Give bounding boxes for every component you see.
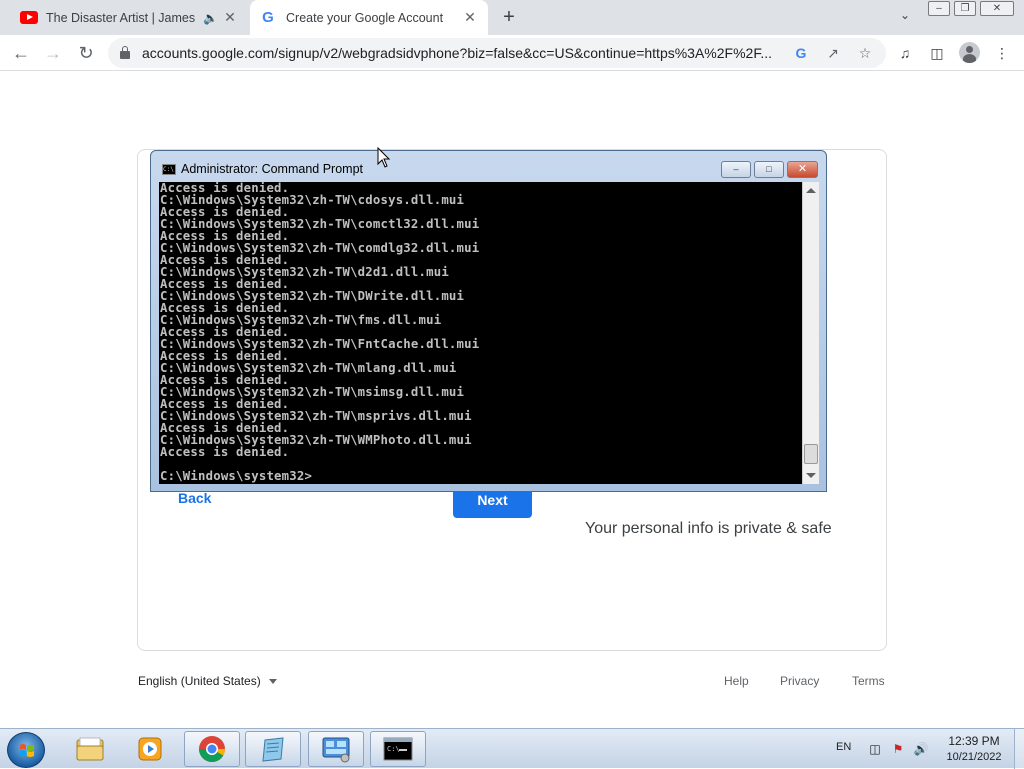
tab-google-account[interactable]: G Create your Google Account ✕ (250, 0, 488, 35)
network-icon[interactable]: ◫ (867, 741, 883, 757)
notepad-icon (262, 737, 284, 762)
language-select[interactable]: English (United States) (138, 674, 277, 688)
cmd-icon: C:\ (383, 737, 413, 761)
cmd-scrollbar[interactable] (802, 182, 819, 484)
more-menu-icon[interactable]: ⋮ (992, 43, 1012, 63)
windows-logo-icon (20, 744, 34, 757)
scroll-down-arrow-icon[interactable] (806, 473, 816, 478)
close-tab-icon[interactable]: ✕ (222, 9, 238, 25)
taskbar-chrome[interactable] (184, 731, 240, 767)
google-lens-icon[interactable]: G (792, 44, 810, 62)
taskbar-notepad[interactable] (245, 731, 301, 767)
taskbar-explorer[interactable] (62, 731, 118, 767)
help-link[interactable]: Help (724, 674, 749, 688)
profile-avatar-icon[interactable] (959, 42, 980, 63)
chrome-icon (198, 736, 226, 763)
cmd-maximize-icon[interactable]: □ (754, 161, 784, 178)
volume-icon[interactable]: 🔊 (913, 741, 929, 757)
language-indicator[interactable]: EN (836, 741, 851, 753)
address-bar[interactable]: accounts.google.com/signup/v2/webgradsid… (108, 38, 886, 68)
cmd-minimize-icon[interactable]: – (721, 161, 751, 178)
url-text[interactable]: accounts.google.com/signup/v2/webgradsid… (142, 45, 782, 61)
control-panel-icon (322, 737, 350, 763)
tab-title: The Disaster Artist | James Fr (46, 10, 196, 25)
restore-icon[interactable]: ❐ (954, 1, 976, 16)
close-window-icon[interactable]: ✕ (980, 1, 1014, 16)
share-icon[interactable]: ↗ (824, 44, 842, 62)
clock-time[interactable]: 12:39 PM (938, 734, 1010, 748)
minimize-icon[interactable]: – (928, 1, 950, 16)
reload-icon[interactable]: ↻ (74, 41, 98, 65)
show-desktop-button[interactable] (1014, 729, 1024, 769)
cmd-output: Access is denied. C:\Windows\System32\zh-… (160, 182, 479, 482)
browser-toolbar: ← → ↻ accounts.google.com/signup/v2/webg… (0, 35, 1024, 71)
cmd-output-line: Access is denied. (160, 445, 290, 459)
cmd-close-icon[interactable]: ✕ (787, 161, 818, 178)
tab-youtube[interactable]: The Disaster Artist | James Fr 🔈 ✕ (12, 0, 248, 35)
taskbar-command-prompt[interactable]: C:\ (370, 731, 426, 767)
taskbar-media-player[interactable] (122, 731, 178, 767)
lock-icon[interactable] (120, 46, 130, 59)
youtube-icon (20, 11, 38, 24)
google-icon: G (262, 8, 274, 26)
scroll-up-arrow-icon[interactable] (806, 188, 816, 193)
cmd-console[interactable]: Access is denied. C:\Windows\System32\zh-… (159, 182, 802, 484)
clock-date[interactable]: 10/21/2022 (938, 751, 1010, 763)
privacy-link[interactable]: Privacy (780, 674, 819, 688)
bookmark-star-icon[interactable]: ☆ (856, 44, 874, 62)
speaker-icon[interactable]: 🔈 (203, 11, 218, 25)
dropdown-caret-icon (268, 679, 277, 685)
command-prompt-window[interactable]: C:\ Administrator: Command Prompt – □ ✕ … (150, 150, 827, 492)
language-label: English (United States) (138, 674, 261, 688)
taskbar-control-panel[interactable] (308, 731, 364, 767)
cmd-icon[interactable]: C:\ (162, 164, 176, 175)
back-button[interactable]: Back (178, 490, 211, 506)
browser-tab-strip: The Disaster Artist | James Fr 🔈 ✕ G Cre… (0, 0, 1024, 35)
terms-link[interactable]: Terms (852, 674, 885, 688)
action-center-flag-icon[interactable]: ⚑ (890, 741, 906, 757)
tab-title: Create your Google Account (286, 10, 444, 25)
svg-text:C:\: C:\ (387, 745, 400, 753)
tab-search-icon[interactable]: ⌄ (896, 8, 914, 26)
folder-icon (76, 737, 104, 761)
close-tab-icon[interactable]: ✕ (462, 9, 478, 25)
scroll-thumb[interactable] (804, 444, 818, 464)
media-control-icon[interactable]: ♫ (895, 43, 915, 63)
side-panel-icon[interactable]: ◫ (927, 43, 947, 63)
cmd-window-title: Administrator: Command Prompt (181, 162, 364, 176)
privacy-note: Your personal info is private & safe (585, 520, 832, 537)
new-tab-button[interactable]: + (498, 6, 520, 28)
cmd-titlebar[interactable]: C:\ Administrator: Command Prompt – □ ✕ (151, 151, 826, 181)
start-button[interactable] (7, 732, 45, 768)
media-player-icon (138, 737, 162, 761)
windows-taskbar: C:\ EN ◫ ⚑ 🔊 12:39 PM 10/21/2022 (0, 728, 1024, 769)
forward-arrow-icon[interactable]: → (41, 41, 65, 65)
back-arrow-icon[interactable]: ← (9, 41, 33, 65)
cmd-output-line: C:\Windows\system32> (160, 469, 313, 483)
